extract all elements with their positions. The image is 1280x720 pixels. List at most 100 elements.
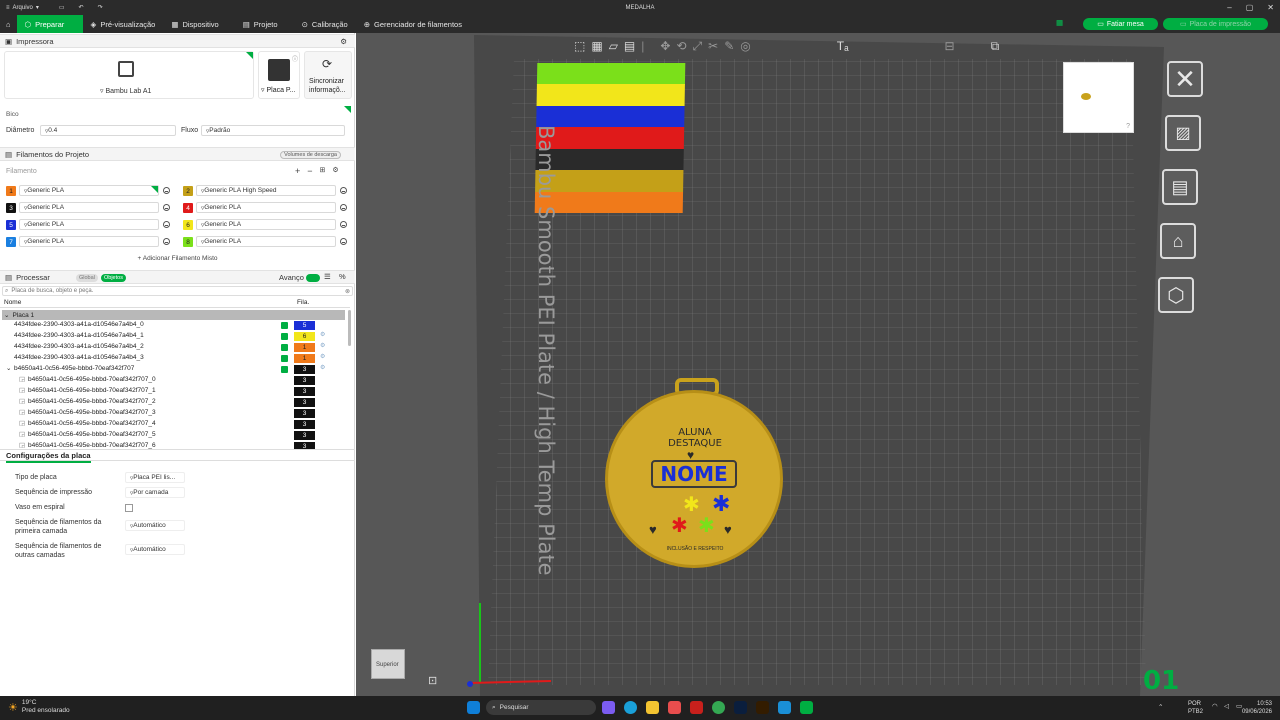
chrome-icon[interactable] (712, 701, 725, 714)
visibility-checkbox[interactable] (281, 355, 288, 362)
acrobat-icon[interactable] (690, 701, 703, 714)
percent-icon[interactable]: % (339, 272, 346, 281)
minimap-help-icon[interactable]: ? (1126, 123, 1130, 130)
object-row[interactable]: ◲ b4650a41-0c56-495e-bbbd-70eaf342f707_5 3 (2, 430, 347, 441)
filament-select[interactable]: ▿ Generic PLA High Speed (196, 185, 336, 196)
remove-filament-icon[interactable] (163, 187, 170, 194)
chevron-up-icon[interactable]: ⌃ (1158, 703, 1163, 711)
cut-icon[interactable]: ✂ (708, 39, 718, 53)
filament-select[interactable]: ▿ Generic PLA (19, 185, 159, 196)
object-search-input[interactable]: ⌕ Placa de busca, objeto e peça. ⊗ (2, 286, 353, 296)
filament-select[interactable]: ▿ Generic PLA (196, 219, 336, 230)
filament-item[interactable]: 1 ▿ Generic PLA (6, 185, 176, 197)
plate-setting-select[interactable]: ▿ Por camada (125, 487, 185, 498)
filament-select[interactable]: ▿ Generic PLA (196, 236, 336, 247)
plate-settings-tab[interactable]: Configurações da placa (6, 451, 91, 463)
tab-preparar[interactable]: ⬡ Preparar (16, 15, 83, 33)
object-filament[interactable]: 3 (294, 442, 315, 449)
object-filament[interactable]: 1 (294, 343, 315, 352)
redo-icon[interactable]: ↷ (98, 4, 103, 11)
object-filament[interactable]: 6 (294, 332, 315, 341)
remove-filament-icon[interactable] (340, 221, 347, 228)
plate-settings-icon[interactable]: ⬡ (1158, 277, 1194, 313)
filament-item[interactable]: 3 ▿ Generic PLA (6, 202, 176, 214)
minimize-icon[interactable]: – (1227, 3, 1231, 12)
clear-search-icon[interactable]: ⊗ (345, 288, 350, 295)
plate-layout-icon[interactable]: ▤ (1162, 169, 1198, 205)
filament-item[interactable]: 2 ▿ Generic PLA High Speed (183, 185, 353, 197)
advanced-toggle[interactable] (306, 274, 320, 282)
tab-pre-visualizacao[interactable]: ◈ Pré-visualização (83, 15, 164, 33)
list-icon[interactable]: ☰ (324, 272, 331, 281)
object-filament[interactable]: 3 (294, 409, 315, 418)
filament-select[interactable]: ▿ Generic PLA (196, 202, 336, 213)
tab-dispositivo[interactable]: ▦ Dispositivo (163, 15, 226, 33)
visibility-checkbox[interactable] (281, 344, 288, 351)
rotate-icon[interactable]: ⟲ (676, 39, 686, 53)
object-filament[interactable]: 3 (294, 365, 315, 374)
visibility-checkbox[interactable] (281, 322, 288, 329)
object-row[interactable]: ⌄ b4650a41-0c56-495e-bbbd-70eaf342f707 3 ⚙ (2, 364, 347, 375)
filament-item[interactable]: 8 ▿ Generic PLA (183, 236, 353, 248)
copilot-icon[interactable] (602, 701, 615, 714)
bambu-studio-icon[interactable] (778, 701, 791, 714)
clock[interactable]: 10:53 09/06/2026 (1240, 700, 1272, 716)
remove-filament-icon[interactable] (163, 204, 170, 211)
file-explorer-icon[interactable] (646, 701, 659, 714)
orient-icon[interactable]: ▱ (609, 39, 618, 53)
filament-color-swatch[interactable]: 3 (6, 203, 16, 213)
bambu-studio-active-icon[interactable] (800, 701, 813, 714)
flow-select[interactable]: ▿ Padrão (201, 125, 345, 136)
object-filament[interactable]: 3 (294, 376, 315, 385)
photoshop-icon[interactable] (734, 701, 747, 714)
lock-icon[interactable]: ⌂ (1160, 223, 1196, 259)
object-row[interactable]: ◲ b4650a41-0c56-495e-bbbd-70eaf342f707_4 3 (2, 419, 347, 430)
object-row[interactable]: 4434fdee-2390-4303-a41a-d10546e7a4b4_1 6 ⚙ (2, 331, 347, 342)
tab-gerenciador-filamentos[interactable]: ⊕ Gerenciador de filamentos (356, 15, 470, 33)
windows-start-icon[interactable] (467, 701, 480, 714)
remove-filament-icon[interactable] (340, 187, 347, 194)
plate-setting-select[interactable]: ▿ Automático (125, 544, 185, 555)
filament-color-swatch[interactable]: 6 (183, 220, 193, 230)
support-paint-icon[interactable]: ✎ (724, 39, 734, 53)
printer-card[interactable]: ▿ Bambu Lab A1 (4, 51, 254, 99)
filament-select[interactable]: ▿ Generic PLA (19, 236, 159, 247)
text-tool-icon[interactable]: Tₐ (837, 39, 849, 53)
add-filament-icon[interactable]: + (295, 166, 300, 176)
medal-model[interactable]: ALUNA DESTAQUE ♥ NOME ✱ ✱ ✱ ✱ ♥ ♥ INCLUS… (605, 376, 785, 571)
print-plate-button[interactable]: ▭ Placa de impressão (1163, 18, 1268, 30)
settings-filament-icon[interactable]: ⚙ (332, 166, 338, 176)
edit-settings-icon[interactable]: ⚙ (320, 331, 325, 338)
filament-color-swatch[interactable]: 2 (183, 186, 193, 196)
edit-settings-icon[interactable]: ⚙ (320, 364, 325, 371)
add-mixed-filament-button[interactable]: + Adicionar Filamento Misto (0, 255, 355, 262)
edit-settings-icon[interactable]: ⚙ (320, 353, 325, 360)
tab-calibracao[interactable]: ⊙ Calibração (294, 15, 356, 33)
filament-color-swatch[interactable]: 1 (6, 186, 16, 196)
filament-color-swatch[interactable]: 5 (6, 220, 16, 230)
object-filament[interactable]: 3 (294, 431, 315, 440)
plate-card[interactable]: ⓘ ▿ Placa P... (258, 51, 300, 99)
arrange-icon[interactable]: ▤ (624, 39, 635, 53)
gear-icon[interactable]: ⚙ (340, 37, 347, 46)
home-icon[interactable]: ⌂ (0, 15, 17, 33)
undo-icon[interactable]: ↶ (79, 4, 84, 11)
info-icon[interactable]: ⓘ (292, 54, 298, 63)
object-filament[interactable]: 1 (294, 354, 315, 363)
tab-projeto[interactable]: ▤ Projeto (235, 15, 286, 33)
sync-button[interactable]: ⟳ Sincronizar informaçõ... (304, 51, 352, 99)
filament-item[interactable]: 7 ▿ Generic PLA (6, 236, 176, 248)
diameter-select[interactable]: ▿ 0.4 (40, 125, 176, 136)
plate-row[interactable]: ⌄ Placa 1 (2, 310, 345, 320)
wifi-icon[interactable]: ◠ (1212, 702, 1218, 710)
language-indicator[interactable]: POR PTB2 (1188, 700, 1203, 716)
auto-arrange-icon[interactable]: ▨ (1165, 115, 1201, 151)
seam-icon[interactable]: ◎ (740, 39, 750, 53)
app-store-icon[interactable] (668, 701, 681, 714)
speaker-icon[interactable]: ◁ (1224, 702, 1229, 710)
object-filament[interactable]: 3 (294, 398, 315, 407)
sync-filament-icon[interactable]: ⊞ (320, 166, 326, 176)
flush-volumes-button[interactable]: Volumes de descarga (280, 151, 341, 159)
object-filament[interactable]: 3 (294, 387, 315, 396)
object-row[interactable]: ◲ b4650a41-0c56-495e-bbbd-70eaf342f707_1 3 (2, 386, 347, 397)
